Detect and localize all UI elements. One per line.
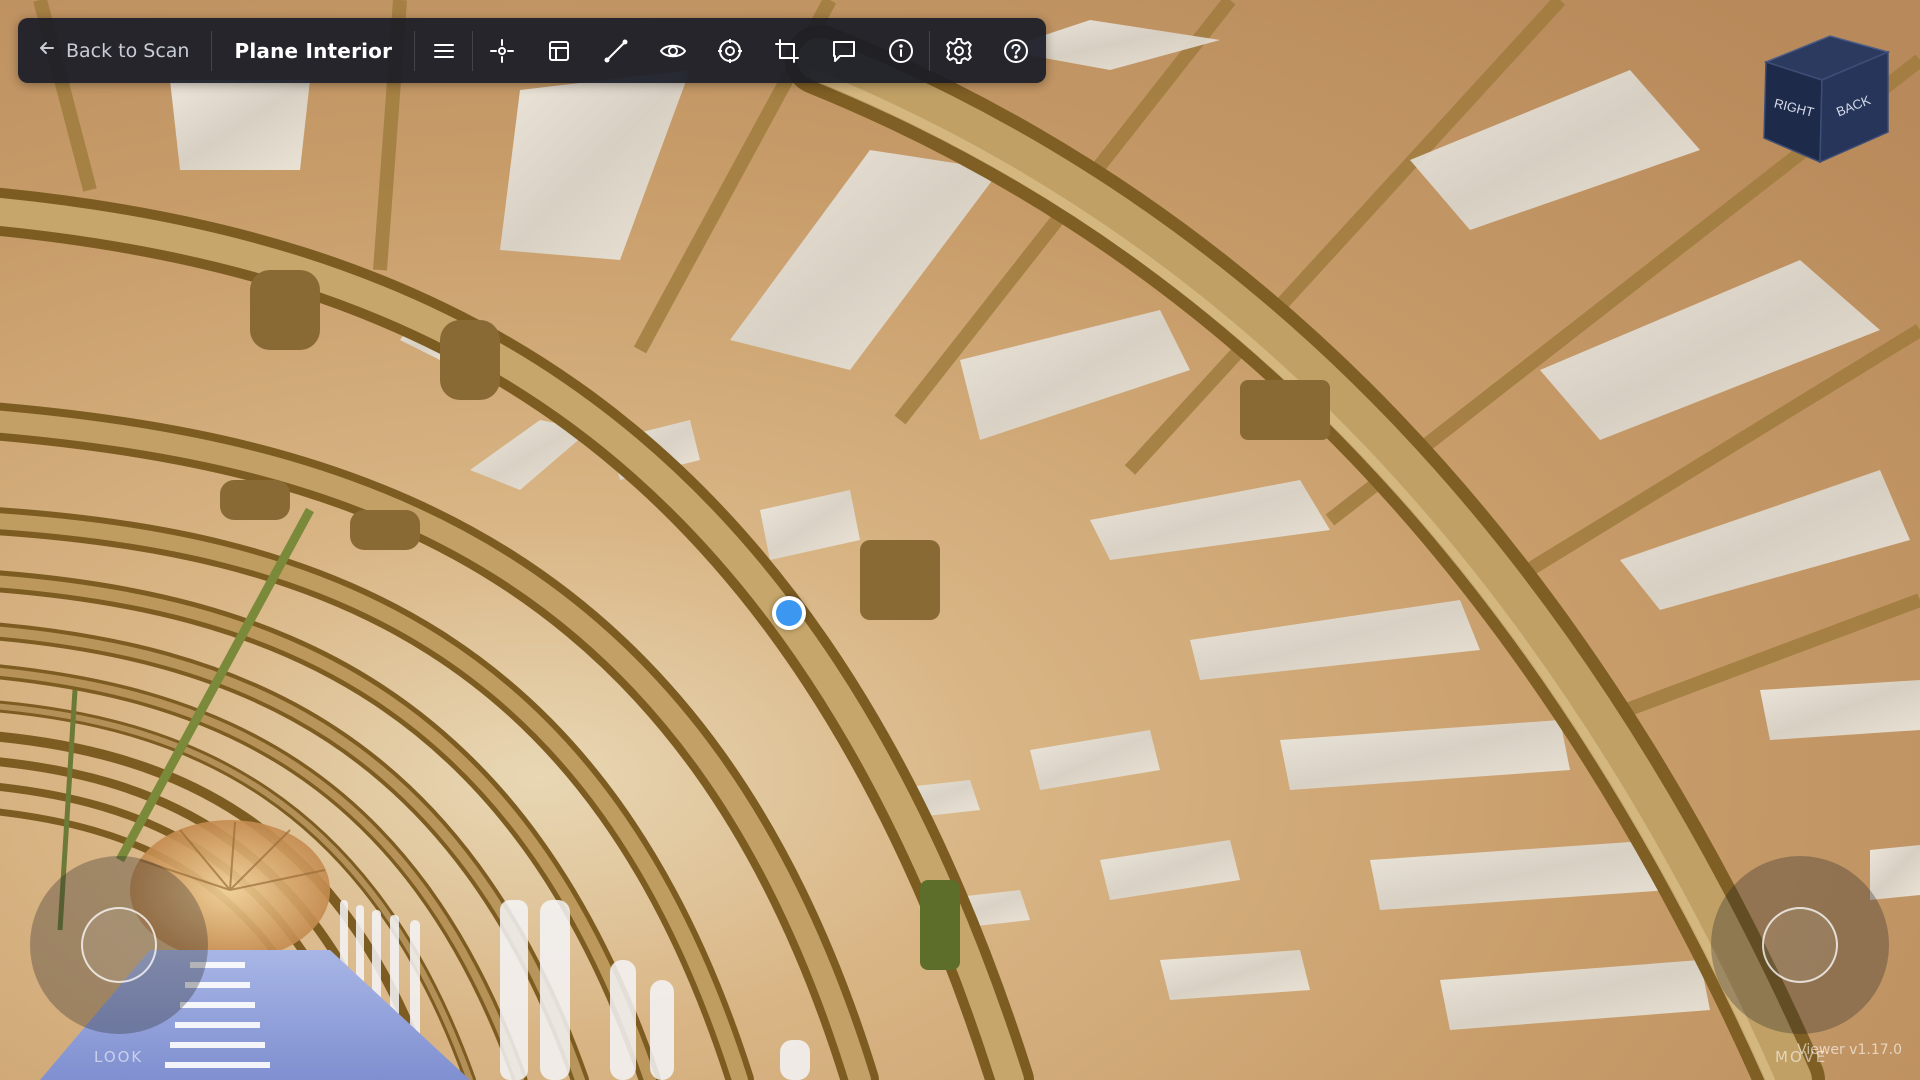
comment-icon <box>831 38 857 64</box>
annotation-hotspot[interactable] <box>772 596 806 630</box>
info-icon <box>888 38 914 64</box>
look-label: LOOK <box>94 1048 144 1066</box>
settings-icon <box>945 37 973 65</box>
look-joystick[interactable] <box>30 856 208 1034</box>
measure-icon <box>603 38 629 64</box>
back-to-scan-label: Back to Scan <box>66 39 190 62</box>
settings-button[interactable] <box>930 18 987 83</box>
crop-button[interactable] <box>758 18 815 83</box>
fuselage-scan-scene <box>0 0 1920 1080</box>
comment-button[interactable] <box>815 18 872 83</box>
crop-icon <box>774 38 800 64</box>
crosshair-icon <box>489 38 515 64</box>
move-joystick[interactable] <box>1711 856 1889 1034</box>
menu-icon <box>432 39 456 63</box>
visibility-button[interactable] <box>644 18 701 83</box>
help-button[interactable] <box>987 18 1044 83</box>
target-icon <box>717 38 743 64</box>
help-icon <box>1003 38 1029 64</box>
point-tool-button[interactable] <box>473 18 530 83</box>
layout-button[interactable] <box>530 18 587 83</box>
look-joystick-knob[interactable] <box>81 907 157 983</box>
move-joystick-knob[interactable] <box>1762 907 1838 983</box>
layout-icon <box>547 39 571 63</box>
viewer-version: Viewer v1.17.0 <box>1797 1042 1902 1058</box>
info-button[interactable] <box>872 18 929 83</box>
navigation-cube[interactable]: RIGHT BACK <box>1760 34 1894 164</box>
scan-title: Plane Interior <box>234 38 393 63</box>
measure-button[interactable] <box>587 18 644 83</box>
3d-viewport[interactable]: Back to Scan Plane Interior RIGHT BACK L… <box>0 0 1920 1080</box>
top-toolbar: Back to Scan Plane Interior <box>18 18 1046 83</box>
menu-button[interactable] <box>415 18 472 83</box>
eye-icon <box>659 40 687 62</box>
back-to-scan-button[interactable]: Back to Scan <box>18 18 211 83</box>
arrow-left-icon <box>38 39 66 62</box>
focus-button[interactable] <box>701 18 758 83</box>
